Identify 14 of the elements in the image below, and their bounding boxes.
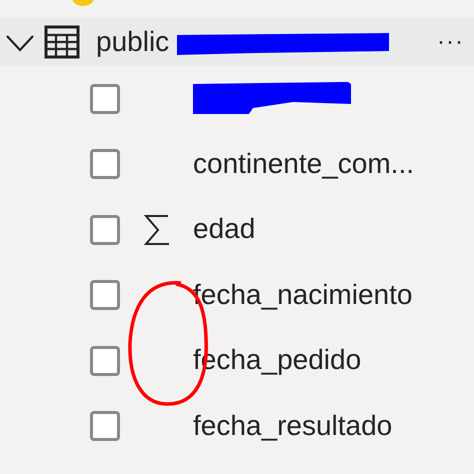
checkbox[interactable] xyxy=(90,411,120,442)
checkbox[interactable] xyxy=(90,149,120,180)
field-name[interactable]: continente_com... xyxy=(193,148,414,180)
field-name[interactable]: fecha_resultado xyxy=(193,410,392,442)
field-name[interactable]: fecha_nacimiento xyxy=(193,280,412,311)
checkbox[interactable] xyxy=(90,214,120,245)
field-name[interactable]: edad xyxy=(193,214,256,246)
checkbox[interactable] xyxy=(90,84,120,114)
table-name[interactable]: public xyxy=(96,28,170,56)
checkbox[interactable] xyxy=(90,346,120,376)
table-icon xyxy=(44,25,80,59)
sigma-icon xyxy=(142,212,170,247)
checkbox[interactable] xyxy=(90,280,120,310)
more-options-button[interactable]: ··· xyxy=(433,24,468,60)
